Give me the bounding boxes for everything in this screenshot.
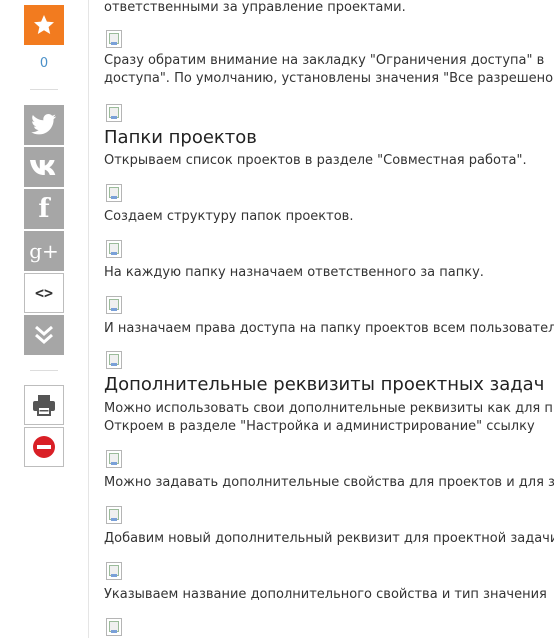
section-heading: Дополнительные реквизиты проектных задач [104,374,545,395]
paragraph-text: Открываем список проектов в разделе "Сов… [104,153,527,168]
article-content: ответственными за управление проектами. … [104,0,554,638]
broken-image-icon [106,184,122,202]
favorite-button[interactable] [24,5,64,45]
broken-image-icon [106,618,122,636]
broken-image-icon [106,506,122,524]
broken-image-icon [106,562,122,580]
twitter-icon [31,114,57,135]
google-plus-icon: g+ [29,239,59,263]
paragraph-text: Можно использовать свои дополнительные р… [104,401,554,416]
like-count: 0 [39,56,49,71]
facebook-share-button[interactable]: f [24,189,64,229]
paragraph-text: ответственными за управление проектами. [104,0,406,15]
broken-image-icon [106,296,122,314]
paragraph-text: доступа". По умолчанию, установлены знач… [104,71,554,86]
printer-icon [33,395,55,416]
paragraph-text: Добавим новый дополнительный реквизит дл… [104,531,554,546]
vk-share-button[interactable] [24,147,64,187]
paragraph-text: Сразу обратим внимание на закладку "Огра… [104,53,545,68]
twitter-share-button[interactable] [24,105,64,145]
vk-icon [30,160,56,175]
paragraph-text: Откроем в разделе "Настройка и администр… [104,419,535,434]
block-button[interactable] [24,427,64,467]
section-heading: Папки проектов [104,127,257,148]
broken-image-icon [106,450,122,468]
paragraph-text: На каждую папку назначаем ответственного… [104,265,484,280]
code-icon: <> [34,284,54,302]
no-entry-icon [33,436,55,458]
double-chevron-down-icon [35,325,53,344]
paragraph-text: И назначаем права доступа на папку проек… [104,321,554,336]
print-button[interactable] [24,385,64,425]
facebook-icon: f [38,194,50,224]
embed-code-button[interactable]: <> [24,273,64,313]
paragraph-text: Можно задавать дополнительные свойства д… [104,475,554,490]
broken-image-icon [106,351,122,369]
more-share-button[interactable] [24,315,64,355]
share-sidebar: 0 f g+ <> [0,0,89,638]
broken-image-icon [106,240,122,258]
paragraph-text: Создаем структуру папок проектов. [104,209,354,224]
broken-image-icon [106,104,122,122]
paragraph-text: Указываем название дополнительного свойс… [104,587,547,602]
star-icon [34,15,54,34]
googleplus-share-button[interactable]: g+ [24,231,64,271]
divider [30,370,58,371]
divider [30,89,58,90]
broken-image-icon [106,30,122,48]
